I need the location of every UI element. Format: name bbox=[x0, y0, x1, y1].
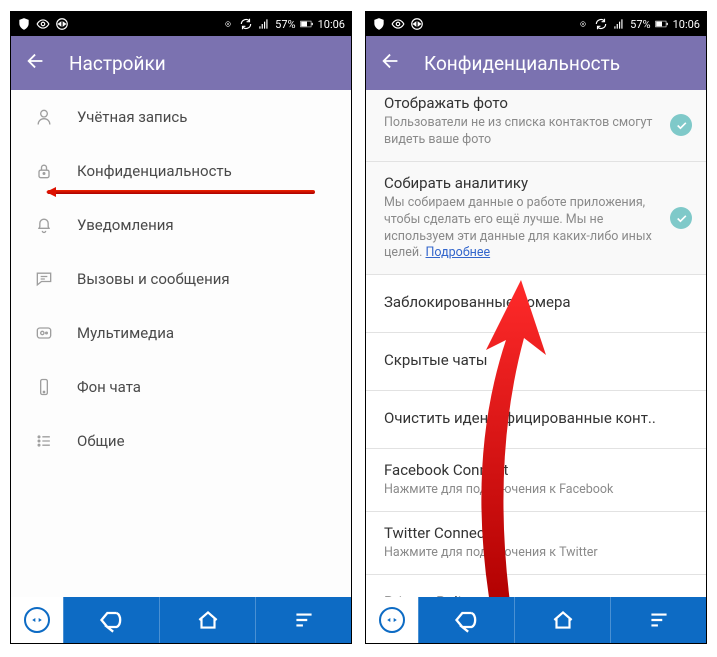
privacy-item-title: Очистить идентифицированные конт.. bbox=[384, 403, 690, 433]
nav-teamviewer[interactable] bbox=[11, 597, 63, 643]
privacy-item-subtitle: Мы собираем данные о работе приложения, … bbox=[384, 195, 690, 263]
nav-recent-icon[interactable] bbox=[610, 597, 706, 643]
privacy-item-subtitle: Нажмите для подключения к Twitter bbox=[384, 545, 690, 562]
clock: 10:06 bbox=[318, 18, 345, 31]
eye-icon bbox=[36, 17, 50, 31]
settings-item-label: Мультимедиа bbox=[77, 324, 174, 342]
phone-settings: 57% 10:06 Настройки Учётная запись Конфи… bbox=[10, 11, 352, 644]
user-icon bbox=[33, 107, 55, 127]
nav-recent-icon[interactable] bbox=[255, 597, 351, 643]
media-icon bbox=[33, 323, 55, 343]
eye-icon bbox=[391, 17, 405, 31]
settings-item-label: Общие bbox=[77, 432, 125, 450]
status-bar: 57% 10:06 bbox=[11, 12, 351, 36]
learn-more-link[interactable]: Подробнее bbox=[426, 245, 491, 260]
back-icon[interactable] bbox=[25, 50, 47, 77]
privacy-item-title: Собирать аналитику bbox=[384, 174, 690, 192]
privacy-item-title: Скрытые чаты bbox=[384, 345, 690, 375]
location-icon bbox=[221, 17, 235, 31]
privacy-item-policy[interactable]: Privacy Policy bbox=[366, 575, 706, 597]
bell-icon bbox=[33, 215, 55, 235]
list-icon bbox=[33, 431, 55, 451]
settings-item-account[interactable]: Учётная запись bbox=[11, 90, 351, 144]
settings-item-calls[interactable]: Вызовы и сообщения bbox=[11, 252, 351, 306]
settings-item-label: Вызовы и сообщения bbox=[77, 270, 230, 288]
privacy-item-facebook[interactable]: Facebook Connect Нажмите для подключения… bbox=[366, 449, 706, 512]
location-icon bbox=[576, 17, 590, 31]
privacy-item-title: Заблокированные номера bbox=[384, 287, 690, 317]
settings-item-background[interactable]: Фон чата bbox=[11, 360, 351, 414]
settings-item-media[interactable]: Мультимедиа bbox=[11, 306, 351, 360]
privacy-item-blocked[interactable]: Заблокированные номера bbox=[366, 275, 706, 333]
back-icon[interactable] bbox=[380, 50, 402, 77]
nav-teamviewer[interactable] bbox=[366, 597, 418, 643]
signal-icon bbox=[612, 17, 626, 31]
privacy-item-analytics[interactable]: Собирать аналитику Мы собираем данные о … bbox=[366, 162, 706, 276]
shield-icon bbox=[17, 17, 31, 31]
chat-icon bbox=[33, 269, 55, 289]
toggle-on-icon[interactable] bbox=[670, 114, 692, 136]
settings-item-notifications[interactable]: Уведомления bbox=[11, 198, 351, 252]
toggle-on-icon[interactable] bbox=[670, 207, 692, 229]
battery-icon bbox=[655, 17, 669, 31]
battery-icon bbox=[300, 17, 314, 31]
highlight-arrow bbox=[47, 190, 315, 194]
privacy-item-title: Отображать фото bbox=[384, 94, 690, 112]
lock-icon bbox=[33, 161, 55, 181]
signal-icon bbox=[257, 17, 271, 31]
phone-bg-icon bbox=[33, 377, 55, 397]
privacy-item-subtitle: Пользователи не из списка контактов смог… bbox=[384, 115, 690, 149]
teamviewer-icon bbox=[410, 17, 424, 31]
app-bar: Конфиденциальность bbox=[366, 36, 706, 90]
privacy-item-title: Privacy Policy bbox=[384, 587, 690, 597]
sync-icon bbox=[239, 17, 253, 31]
phone-privacy: 57% 10:06 Конфиденциальность Отображать … bbox=[365, 11, 707, 644]
clock: 10:06 bbox=[673, 18, 700, 31]
battery-percent: 57% bbox=[275, 18, 295, 31]
privacy-item-title: Facebook Connect bbox=[384, 461, 690, 479]
status-bar: 57% 10:06 bbox=[366, 12, 706, 36]
settings-item-label: Конфиденциальность bbox=[77, 162, 232, 180]
settings-item-privacy[interactable]: Конфиденциальность bbox=[11, 144, 351, 198]
privacy-item-clear-contacts[interactable]: Очистить идентифицированные конт.. bbox=[366, 391, 706, 449]
settings-item-label: Уведомления bbox=[77, 216, 174, 234]
nav-bar bbox=[11, 597, 351, 643]
privacy-list: Отображать фото Пользователи не из списк… bbox=[366, 90, 706, 597]
sync-icon bbox=[594, 17, 608, 31]
nav-home-icon[interactable] bbox=[514, 597, 610, 643]
appbar-title: Настройки bbox=[69, 52, 166, 75]
privacy-item-subtitle: Нажмите для подключения к Facebook bbox=[384, 482, 690, 499]
appbar-title: Конфиденциальность bbox=[424, 52, 620, 75]
shield-icon bbox=[372, 17, 386, 31]
settings-item-general[interactable]: Общие bbox=[11, 414, 351, 468]
nav-back-icon[interactable] bbox=[63, 597, 159, 643]
app-bar: Настройки bbox=[11, 36, 351, 90]
nav-home-icon[interactable] bbox=[159, 597, 255, 643]
privacy-item-twitter[interactable]: Twitter Connect Нажмите для подключения … bbox=[366, 512, 706, 575]
battery-percent: 57% bbox=[630, 18, 650, 31]
nav-bar bbox=[366, 597, 706, 643]
privacy-item-title: Twitter Connect bbox=[384, 524, 690, 542]
teamviewer-icon bbox=[55, 17, 69, 31]
settings-item-label: Учётная запись bbox=[77, 108, 187, 126]
settings-item-label: Фон чата bbox=[77, 378, 141, 396]
privacy-item-show-photo[interactable]: Отображать фото Пользователи не из списк… bbox=[366, 90, 706, 162]
nav-back-icon[interactable] bbox=[418, 597, 514, 643]
settings-list: Учётная запись Конфиденциальность Уведом… bbox=[11, 90, 351, 597]
privacy-item-hidden-chats[interactable]: Скрытые чаты bbox=[366, 333, 706, 391]
